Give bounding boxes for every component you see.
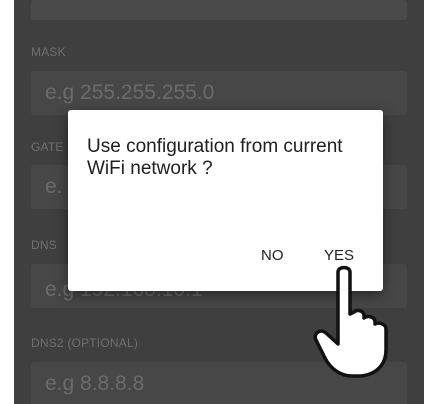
pointing-hand-icon [313, 265, 388, 378]
gateway-label: GATE [31, 140, 64, 154]
gateway-placeholder: e. [45, 175, 63, 198]
mask-input[interactable]: e.g 255.255.255.0 [31, 71, 407, 115]
dns2-placeholder: e.g 8.8.8.8 [45, 372, 145, 395]
top-card [31, 0, 407, 20]
no-button[interactable]: NO [255, 243, 290, 268]
dns-label: DNS [31, 238, 57, 252]
mask-label: MASK [31, 45, 66, 59]
network-settings-screen: MASK e.g 255.255.255.0 GATE e. DNS e.g 1… [14, 0, 424, 404]
dns2-label: DNS2 (OPTIONAL) [31, 336, 139, 350]
mask-placeholder: e.g 255.255.255.0 [45, 81, 215, 104]
dialog-message: Use configuration from current WiFi netw… [87, 136, 343, 179]
